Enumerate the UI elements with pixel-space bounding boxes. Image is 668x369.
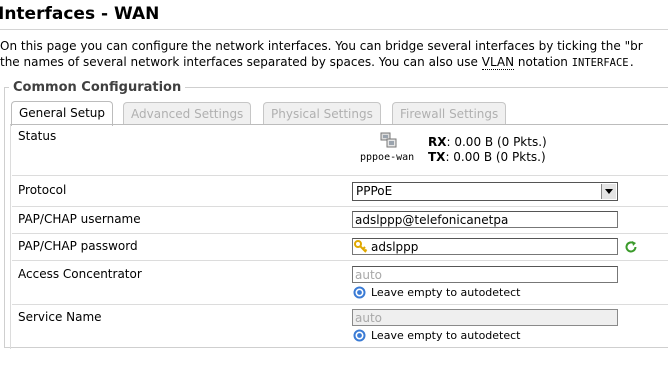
tx-stat: TX: 0.00 B (0 Pkts.) bbox=[428, 150, 546, 164]
access-concentrator-hint: Leave empty to autodetect bbox=[371, 286, 521, 299]
row-divider bbox=[12, 304, 668, 305]
description-line-2: the names of several network interfaces … bbox=[0, 54, 643, 71]
interface-code: INTERFACE. bbox=[571, 57, 635, 69]
interface-name: pppoe-wan bbox=[360, 152, 415, 163]
rx-stat: RX: 0.00 B (0 Pkts.) bbox=[428, 135, 547, 149]
row-divider bbox=[12, 233, 668, 234]
tab-firewall-settings[interactable]: Firewall Settings bbox=[392, 102, 507, 125]
protocol-select[interactable]: PPPoE bbox=[352, 182, 618, 201]
row-divider bbox=[12, 206, 668, 207]
row-divider bbox=[12, 175, 668, 176]
page-title: Interfaces - WAN bbox=[0, 4, 160, 24]
rx-value: : 0.00 B (0 Pkts.) bbox=[446, 135, 547, 149]
page-description: On this page you can configure the netwo… bbox=[0, 38, 643, 71]
service-name-hint: Leave empty to autodetect bbox=[371, 329, 521, 342]
password-label: PAP/CHAP password bbox=[18, 239, 138, 253]
description-text-2: notation bbox=[514, 55, 572, 69]
protocol-label: Protocol bbox=[18, 183, 67, 197]
description-text: the names of several network interfaces … bbox=[0, 55, 482, 69]
row-divider bbox=[12, 260, 668, 261]
service-name-label: Service Name bbox=[18, 310, 102, 324]
key-icon bbox=[354, 240, 368, 253]
title-divider bbox=[0, 29, 668, 30]
tab-general-setup[interactable]: General Setup bbox=[11, 101, 114, 126]
password-input[interactable] bbox=[352, 238, 618, 255]
chevron-down-icon[interactable] bbox=[601, 184, 616, 199]
tab-physical-settings[interactable]: Physical Settings bbox=[263, 102, 381, 125]
help-icon bbox=[353, 286, 366, 299]
vlan-abbr: VLAN bbox=[481, 55, 515, 70]
tx-value: : 0.00 B (0 Pkts.) bbox=[445, 150, 546, 164]
tx-label: TX bbox=[428, 150, 446, 164]
protocol-selected-value: PPPoE bbox=[356, 184, 393, 198]
status-label: Status bbox=[18, 129, 57, 143]
access-concentrator-label: Access Concentrator bbox=[18, 267, 142, 281]
refresh-icon[interactable] bbox=[624, 240, 638, 254]
username-input[interactable] bbox=[352, 211, 618, 228]
network-interface-icon bbox=[380, 132, 397, 148]
help-icon bbox=[353, 329, 366, 342]
access-concentrator-input[interactable] bbox=[352, 266, 618, 283]
username-label: PAP/CHAP username bbox=[18, 212, 141, 226]
tab-advanced-settings[interactable]: Advanced Settings bbox=[123, 102, 252, 125]
description-line-1: On this page you can configure the netwo… bbox=[0, 39, 643, 53]
section-legend: Common Configuration bbox=[13, 80, 182, 95]
service-name-input[interactable] bbox=[352, 309, 618, 326]
rx-label: RX bbox=[428, 135, 447, 149]
